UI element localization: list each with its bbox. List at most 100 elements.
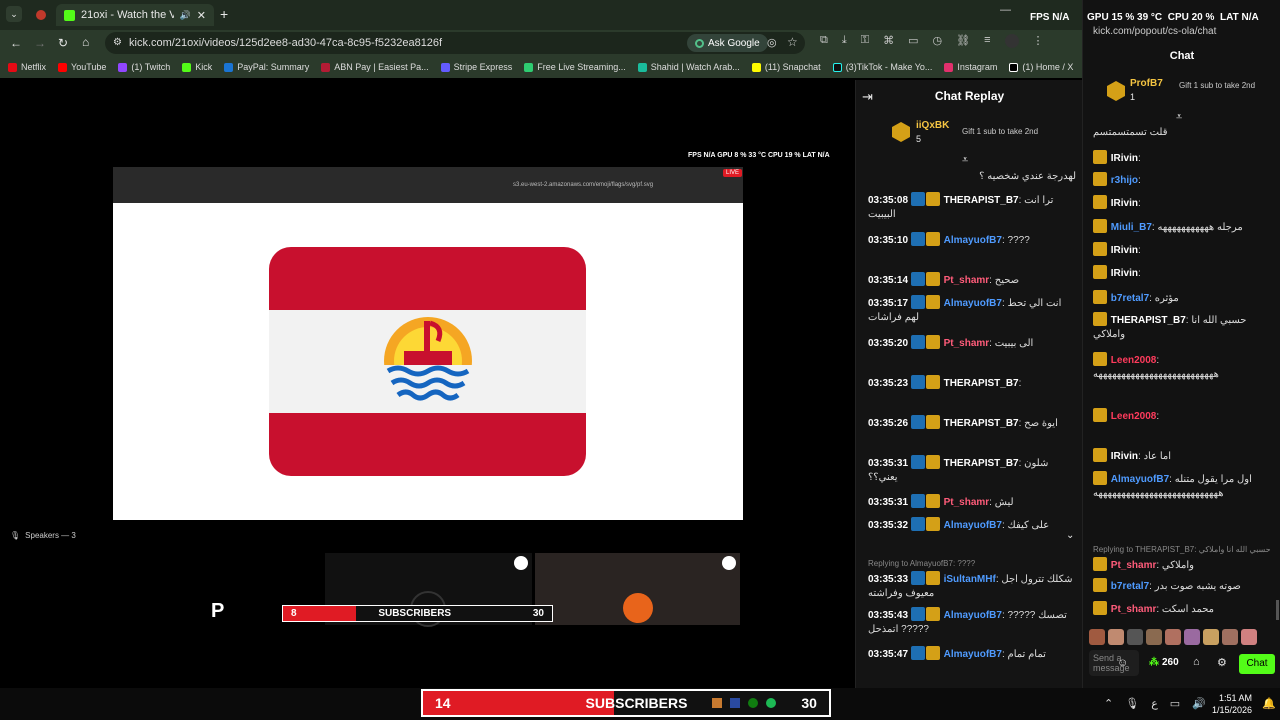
emote-icon[interactable] <box>1222 629 1238 645</box>
emote-strip[interactable] <box>1089 629 1275 645</box>
chat-input[interactable]: Send a message <box>1089 650 1139 676</box>
bookmark-star-icon[interactable]: ☆ <box>787 35 798 49</box>
kebab-menu-icon[interactable]: ⋮ <box>1033 34 1044 48</box>
eye-off-icon[interactable]: ◎ <box>767 36 777 49</box>
message-username[interactable]: AlmayuofB7 <box>944 610 1002 621</box>
emote-icon[interactable] <box>1127 629 1143 645</box>
spotify-icon[interactable] <box>766 698 777 708</box>
emote-icon[interactable] <box>1146 629 1162 645</box>
message-username[interactable]: Miuli_B7 <box>1111 222 1152 233</box>
xbox-icon[interactable] <box>748 698 759 708</box>
message-username[interactable]: Pt_shamr <box>944 497 990 508</box>
language-indicator[interactable]: ع <box>1151 697 1158 710</box>
bookmark-shahid[interactable]: Shahid | Watch Arab... <box>637 62 740 72</box>
message-username[interactable]: THERAPIST_B7 <box>944 378 1019 389</box>
scroll-filter-icon[interactable]: ⩡ <box>962 154 968 167</box>
minimize-icon[interactable]: — <box>1000 4 1011 16</box>
message-username[interactable]: Pt_shamr <box>1111 560 1157 571</box>
bookmark-tiktok[interactable]: (3)TikTok - Make Yo... <box>832 62 932 72</box>
download-icon[interactable]: ⤓ <box>842 34 847 48</box>
reload-icon[interactable]: ↻ <box>58 36 68 50</box>
message-username[interactable]: Leen2008 <box>1111 355 1157 366</box>
emote-icon[interactable] <box>1184 629 1200 645</box>
home-icon[interactable]: ⌂ <box>82 35 89 49</box>
message-username[interactable]: THERAPIST_B7 <box>944 418 1019 429</box>
bookmark-instagram[interactable]: Instagram <box>944 62 997 72</box>
message-username[interactable]: IRivin <box>1111 198 1138 209</box>
sub-current: 8 <box>291 608 297 619</box>
close-icon[interactable]: ✕ <box>197 9 206 22</box>
profile-avatar[interactable] <box>1004 34 1019 48</box>
channel-points[interactable]: ⁂ 260 <box>1149 657 1179 668</box>
popout-chat-title: Chat <box>1169 50 1195 62</box>
chat-send-button[interactable]: Chat <box>1239 654 1275 674</box>
back-icon[interactable]: ← <box>10 36 22 50</box>
bookmark-streaming[interactable]: Free Live Streaming... <box>524 62 626 72</box>
chat-scrollbar[interactable] <box>1276 600 1279 620</box>
message-username[interactable]: iSultanMHf <box>944 574 996 585</box>
ask-google-button[interactable]: Ask Google <box>687 34 768 52</box>
forward-icon[interactable]: → <box>34 36 46 50</box>
key-icon[interactable]: ⚿ <box>861 34 869 48</box>
message-username[interactable]: Pt_shamr <box>944 338 990 349</box>
message-username[interactable]: Pt_shamr <box>1111 604 1157 615</box>
tab-search-button[interactable]: ⌄ <box>6 6 22 22</box>
bookmark-abn[interactable]: ABN Pay | Easiest Pa... <box>321 62 429 72</box>
bookmark-youtube[interactable]: YouTube <box>58 62 106 72</box>
bookmark-netflix[interactable]: Netflix <box>8 62 46 72</box>
tab-inactive[interactable] <box>28 4 54 26</box>
link-icon[interactable]: ⛓ <box>956 34 970 48</box>
message-username[interactable]: IRivin <box>1111 245 1138 256</box>
wallet-icon[interactable]: ▭ <box>908 34 918 48</box>
address-bar[interactable]: ⚙ kick.com/21oxi/videos/125d2ee8-ad30-47… <box>105 32 805 54</box>
message-username[interactable]: b7retal7 <box>1111 581 1149 592</box>
message-username[interactable]: AlmayuofB7 <box>944 298 1002 309</box>
message-username[interactable]: r3hijo <box>1111 175 1138 186</box>
emote-icon[interactable] <box>1241 629 1257 645</box>
chevron-up-icon[interactable]: ⌃ <box>1104 697 1113 710</box>
emoji-picker-icon[interactable]: ☺ <box>1117 657 1128 669</box>
microphone-icon[interactable]: 🎙 <box>1125 697 1139 710</box>
bookmark-x[interactable]: (1) Home / X <box>1009 62 1073 72</box>
message-username[interactable]: Pt_shamr <box>944 275 990 286</box>
message-username[interactable]: AlmayuofB7 <box>1111 474 1169 485</box>
settings-gear-icon[interactable]: ⚙ <box>1217 656 1227 669</box>
volume-icon[interactable]: 🔊 <box>1192 697 1206 710</box>
bookmark-twitch[interactable]: (1) Twitch <box>118 62 170 72</box>
new-tab-button[interactable]: + <box>220 6 228 22</box>
emote-icon[interactable] <box>1089 629 1105 645</box>
network-icon[interactable]: ▭ <box>1170 697 1180 710</box>
message-username[interactable]: AlmayuofB7 <box>944 649 1002 660</box>
scroll-filter-icon[interactable]: ⩡ <box>1176 111 1182 124</box>
emote-icon[interactable] <box>1203 629 1219 645</box>
message-username[interactable]: b7retal7 <box>1111 293 1149 304</box>
pinned-gift-card: iiQxBK 5 Gift 1 sub to take 2nd <box>892 118 1072 154</box>
app-icon[interactable] <box>730 698 741 708</box>
app-icon[interactable] <box>712 698 723 708</box>
message-username[interactable]: AlmayuofB7 <box>944 520 1002 531</box>
emote-icon[interactable] <box>1165 629 1181 645</box>
translate-icon[interactable]: ⌘ <box>883 34 894 48</box>
message-username[interactable]: THERAPIST_B7 <box>944 195 1019 206</box>
bookmark-paypal[interactable]: PayPal: Summary <box>224 62 309 72</box>
clock[interactable]: 1:51 AM 1/15/2026 <box>1212 692 1252 716</box>
menu-lines-icon[interactable]: ≡ <box>984 34 990 48</box>
message-username[interactable]: IRivin <box>1111 451 1138 462</box>
tab-active[interactable]: 21oxi - Watch the VOD on 🔊 ✕ <box>56 4 214 26</box>
message-username[interactable]: IRivin <box>1111 268 1138 279</box>
bookmark-kick[interactable]: Kick <box>182 62 212 72</box>
message-username[interactable]: IRivin <box>1111 153 1138 164</box>
emote-icon[interactable] <box>1108 629 1124 645</box>
site-info-icon[interactable]: ⚙ <box>113 37 122 48</box>
extensions-icon[interactable]: ⧉ <box>820 34 828 48</box>
scroll-down-icon[interactable]: ⌄ <box>1066 530 1074 541</box>
store-icon[interactable]: ⌂ <box>1193 656 1200 668</box>
message-username[interactable]: AlmayuofB7 <box>944 235 1002 246</box>
bookmark-stripe[interactable]: Stripe Express <box>440 62 512 72</box>
message-username[interactable]: THERAPIST_B7 <box>944 458 1019 469</box>
history-icon[interactable]: ◷ <box>933 34 943 48</box>
bookmark-snapchat[interactable]: (11) Snapchat <box>751 62 821 72</box>
message-username[interactable]: THERAPIST_B7 <box>1111 315 1186 326</box>
message-username[interactable]: Leen2008 <box>1111 411 1157 422</box>
notification-bell-icon[interactable]: 🔔 <box>1262 697 1276 710</box>
